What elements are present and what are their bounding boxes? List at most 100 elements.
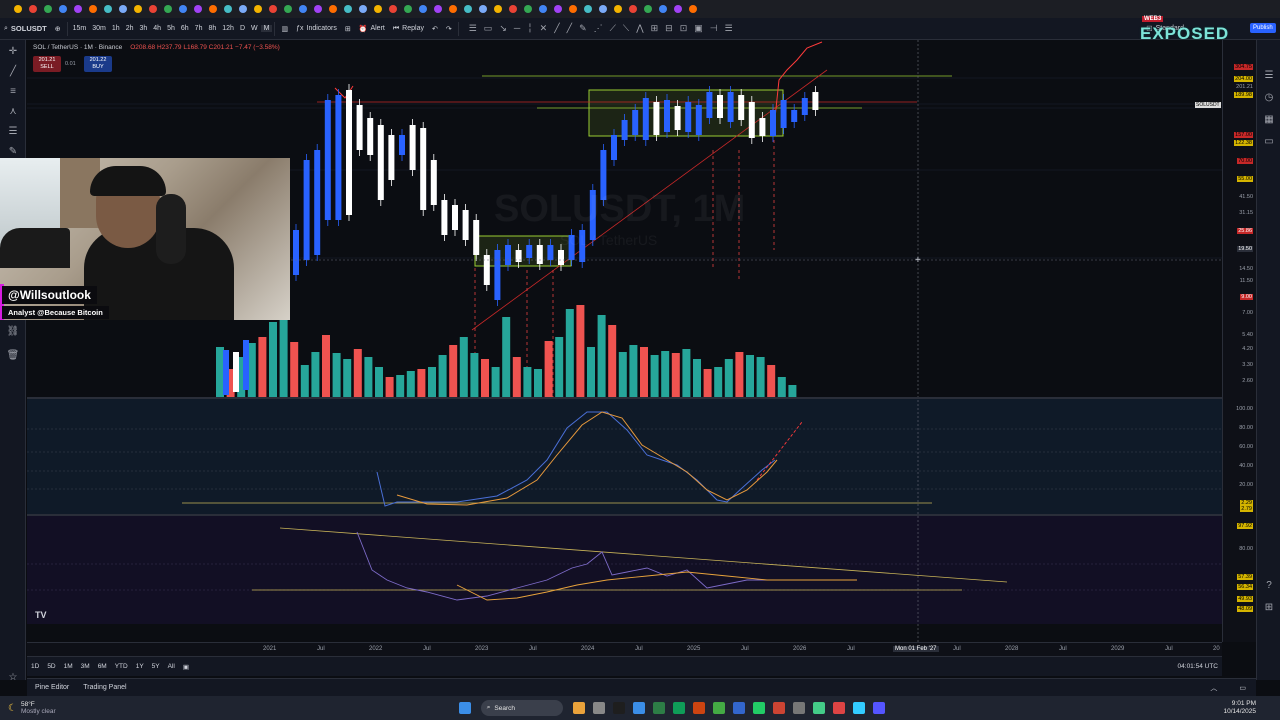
brush-icon[interactable]: ✎: [6, 146, 20, 158]
pane-separator[interactable]: [27, 514, 1222, 516]
taskbar-app-icon[interactable]: [672, 702, 685, 714]
browser-tab-favicon[interactable]: [209, 5, 217, 13]
trendline-icon[interactable]: ╱: [6, 66, 20, 78]
chart-type-button[interactable]: ▥: [277, 25, 292, 33]
taskbar-app-icon[interactable]: [852, 702, 865, 714]
maximize-icon[interactable]: ▭: [1239, 684, 1246, 692]
interval-5h[interactable]: 5h: [164, 25, 178, 32]
drawing-tool-icon[interactable]: ⋀: [636, 23, 643, 34]
taskbar-app-icon[interactable]: [592, 702, 605, 714]
replay-button[interactable]: ⏮ Replay: [389, 25, 428, 33]
taskbar-app-icon[interactable]: [872, 702, 885, 714]
taskbar-app-icon[interactable]: [772, 702, 785, 714]
range-1m[interactable]: 1M: [60, 663, 77, 670]
browser-tab-favicon[interactable]: [344, 5, 352, 13]
interval-15m[interactable]: 15m: [70, 25, 90, 32]
browser-tab-favicon[interactable]: [539, 5, 547, 13]
pane-separator[interactable]: [27, 397, 1222, 399]
date-range-icon[interactable]: ▣: [179, 663, 193, 671]
buy-button[interactable]: 201.22 BUY: [84, 56, 112, 72]
browser-tab-favicon[interactable]: [284, 5, 292, 13]
price-scale[interactable]: 304.75 204.00 201.21 189.98 157.00 122.38 70.0…: [1195, 40, 1256, 642]
drawing-tool-icon[interactable]: ╱: [554, 23, 559, 34]
browser-tab-favicon[interactable]: [554, 5, 562, 13]
browser-tab-favicon[interactable]: [104, 5, 112, 13]
drawing-tool-icon[interactable]: ✕: [540, 23, 548, 34]
browser-tab-favicon[interactable]: [224, 5, 232, 13]
star-icon[interactable]: ☆: [6, 672, 20, 684]
browser-tab-favicon[interactable]: [59, 5, 67, 13]
browser-tab-favicon[interactable]: [269, 5, 277, 13]
interval-12h[interactable]: 12h: [219, 25, 237, 32]
drawing-tool-icon[interactable]: ⊣: [710, 23, 718, 34]
range-all[interactable]: All: [164, 663, 179, 670]
clock-icon[interactable]: ◷: [1262, 92, 1276, 104]
taskbar-app-icon[interactable]: [632, 702, 645, 714]
drawing-tool-icon[interactable]: ╱: [567, 23, 572, 34]
chat-icon[interactable]: ▭: [1262, 136, 1276, 148]
range-3m[interactable]: 3M: [77, 663, 94, 670]
interval-3h[interactable]: 3h: [136, 25, 150, 32]
browser-tab-favicon[interactable]: [479, 5, 487, 13]
indicators-button[interactable]: ƒx Indicators: [292, 25, 341, 32]
weather-widget[interactable]: ☾ 58°F Mostly clear: [0, 701, 120, 715]
drawing-tool-icon[interactable]: ☰: [469, 23, 477, 34]
taskbar-app-icon[interactable]: [832, 702, 845, 714]
watchlist-icon[interactable]: ☰: [1262, 70, 1276, 82]
fib-icon[interactable]: ☰: [6, 126, 20, 138]
browser-tab-favicon[interactable]: [134, 5, 142, 13]
taskbar-app-icon[interactable]: [792, 702, 805, 714]
utc-clock[interactable]: 04:01:54 UTC: [1174, 663, 1222, 670]
browser-tab-favicon[interactable]: [509, 5, 517, 13]
start-icon[interactable]: [458, 702, 471, 714]
drawing-tool-icon[interactable]: ╎: [527, 23, 532, 34]
range-5d[interactable]: 5D: [43, 663, 59, 670]
interval-D[interactable]: D: [237, 25, 248, 32]
alert-button[interactable]: ⏰ Alert: [355, 25, 389, 33]
help-icon[interactable]: ?: [1262, 580, 1276, 592]
calendar-icon[interactable]: ▦: [1262, 114, 1276, 126]
interval-8h[interactable]: 8h: [205, 25, 219, 32]
browser-tab-favicon[interactable]: [404, 5, 412, 13]
taskbar-search[interactable]: ⌕ Search: [480, 700, 563, 716]
pattern-icon[interactable]: ⋏: [6, 106, 20, 118]
taskbar-app-icon[interactable]: [692, 702, 705, 714]
symbol-search[interactable]: ⌕ SOLUSDT: [0, 24, 51, 33]
range-ytd[interactable]: YTD: [111, 663, 132, 670]
browser-tab-favicon[interactable]: [44, 5, 52, 13]
interval-4h[interactable]: 4h: [150, 25, 164, 32]
browser-tab-favicon[interactable]: [449, 5, 457, 13]
browser-tab-favicon[interactable]: [89, 5, 97, 13]
drawing-tool-icon[interactable]: ▣: [694, 23, 703, 34]
crosshair-icon[interactable]: ✛: [6, 46, 20, 58]
range-6m[interactable]: 6M: [94, 663, 111, 670]
interval-2h[interactable]: 2h: [123, 25, 137, 32]
drawing-tool-icon[interactable]: ⋰: [594, 23, 603, 34]
sell-button[interactable]: 201.21 SELL: [33, 56, 61, 72]
taskbar-app-icon[interactable]: [652, 702, 665, 714]
collapse-icon[interactable]: ︿: [1210, 683, 1217, 693]
link-icon[interactable]: ⛓: [6, 326, 20, 338]
drawing-tool-icon[interactable]: ↘: [499, 23, 507, 34]
price-chart[interactable]: TV +: [27, 40, 1222, 642]
browser-tab-favicon[interactable]: [149, 5, 157, 13]
browser-tab-favicon[interactable]: [329, 5, 337, 13]
browser-tab-favicon[interactable]: [254, 5, 262, 13]
drawing-tool-icon[interactable]: ▭: [484, 23, 493, 34]
browser-tab-favicon[interactable]: [674, 5, 682, 13]
browser-tab-favicon[interactable]: [299, 5, 307, 13]
browser-tab-favicon[interactable]: [74, 5, 82, 13]
browser-tab-favicon[interactable]: [599, 5, 607, 13]
taskbar-app-icon[interactable]: [732, 702, 745, 714]
browser-tab-favicon[interactable]: [584, 5, 592, 13]
lines-icon[interactable]: ≡: [6, 86, 20, 98]
browser-tab-favicon[interactable]: [644, 5, 652, 13]
system-clock[interactable]: 9:01 PM 10/14/2025: [1223, 700, 1280, 716]
browser-tab-favicon[interactable]: [119, 5, 127, 13]
pine-editor-tab[interactable]: Pine Editor: [35, 684, 69, 691]
browser-tab-favicon[interactable]: [689, 5, 697, 13]
time-axis[interactable]: 2021 Jul 2022 Jul 2023 Jul 2024 Jul 2025 Jul 2026 J…: [27, 642, 1222, 656]
drawing-tool-icon[interactable]: ✎: [579, 23, 587, 34]
interval-1h[interactable]: 1h: [109, 25, 123, 32]
taskbar-app-icon[interactable]: [812, 702, 825, 714]
